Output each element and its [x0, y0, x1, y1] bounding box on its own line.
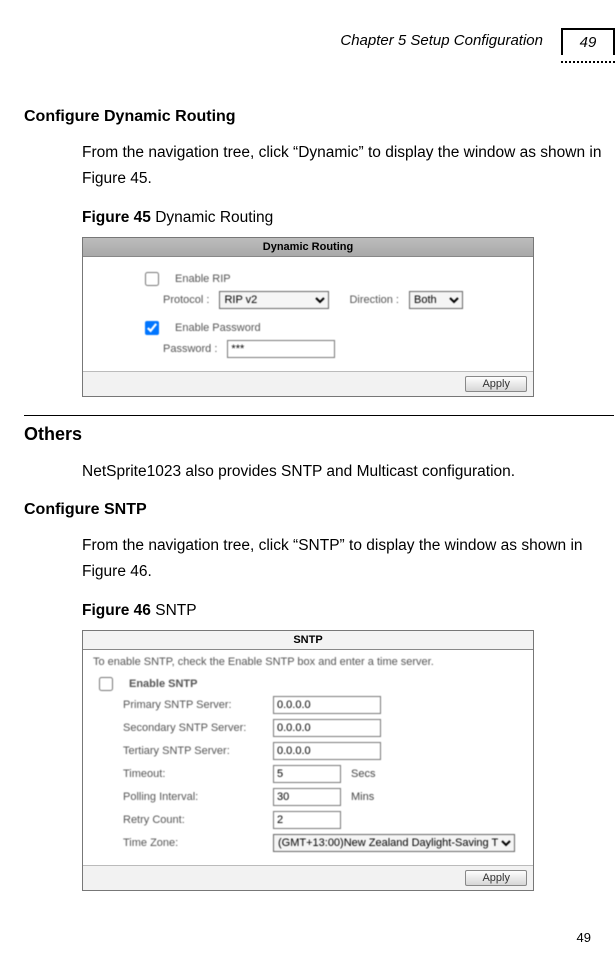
select-time-zone[interactable]: (GMT+13:00)New Zealand Daylight-Saving T…: [273, 834, 515, 852]
chapter-title: Chapter 5 Setup Configuration: [334, 28, 561, 55]
select-protocol[interactable]: RIP v2: [219, 291, 329, 309]
label-direction: Direction :: [349, 294, 399, 306]
input-secondary-server[interactable]: [273, 719, 381, 737]
panel-title-sntp: SNTP: [83, 631, 533, 650]
panel-title-dynamic-routing: Dynamic Routing: [83, 238, 533, 257]
checkbox-enable-password[interactable]: [145, 321, 159, 335]
label-timeout: Timeout:: [123, 768, 263, 780]
checkbox-enable-rip[interactable]: [145, 272, 159, 286]
para-sntp-intro: From the navigation tree, click “SNTP” t…: [24, 533, 614, 586]
label-enable-rip: Enable RIP: [175, 273, 231, 285]
select-direction[interactable]: Both: [409, 291, 463, 309]
label-password: Password :: [163, 343, 217, 355]
unit-secs: Secs: [351, 768, 375, 780]
para-others-intro: NetSprite1023 also provides SNTP and Mul…: [24, 459, 614, 485]
figure-46-number: Figure 46: [82, 602, 151, 619]
input-password[interactable]: [227, 340, 335, 358]
figure-46-screenshot: SNTP To enable SNTP, check the Enable SN…: [82, 630, 534, 891]
label-enable-password: Enable Password: [175, 322, 261, 334]
input-retry-count[interactable]: [273, 811, 341, 829]
label-retry-count: Retry Count:: [123, 814, 263, 826]
checkbox-enable-sntp[interactable]: [99, 677, 113, 691]
label-time-zone: Time Zone:: [123, 837, 263, 849]
para-dynamic-routing-intro: From the navigation tree, click “Dynamic…: [24, 140, 614, 193]
label-polling-interval: Polling Interval:: [123, 791, 263, 803]
label-tertiary-server: Tertiary SNTP Server:: [123, 745, 263, 757]
input-tertiary-server[interactable]: [273, 742, 381, 760]
apply-button-fig46[interactable]: Apply: [465, 870, 527, 886]
figure-46-title: SNTP: [151, 602, 197, 619]
page-number-bottom: 49: [577, 930, 591, 945]
input-primary-server[interactable]: [273, 696, 381, 714]
label-primary-server: Primary SNTP Server:: [123, 699, 263, 711]
apply-button-fig45[interactable]: Apply: [465, 376, 527, 392]
figure-45-screenshot: Dynamic Routing Enable RIP Protocol : RI…: [82, 237, 534, 397]
figure-45-number: Figure 45: [82, 209, 151, 226]
heading-configure-sntp: Configure SNTP: [24, 501, 614, 519]
hint-sntp: To enable SNTP, check the Enable SNTP bo…: [83, 650, 533, 668]
label-enable-sntp: Enable SNTP: [129, 678, 197, 690]
figure-46-caption: Figure 46 SNTP: [24, 602, 614, 620]
figure-45-title: Dynamic Routing: [151, 209, 273, 226]
heading-configure-dynamic-routing: Configure Dynamic Routing: [24, 108, 614, 126]
page-number-top: 49: [561, 28, 615, 55]
section-rule: [24, 415, 614, 416]
input-polling-interval[interactable]: [273, 788, 341, 806]
heading-others: Others: [24, 424, 614, 445]
page-header: Chapter 5 Setup Configuration 49: [0, 28, 615, 68]
figure-45-caption: Figure 45 Dynamic Routing: [24, 209, 614, 227]
unit-mins: Mins: [351, 791, 374, 803]
label-secondary-server: Secondary SNTP Server:: [123, 722, 263, 734]
input-timeout[interactable]: [273, 765, 341, 783]
label-protocol: Protocol :: [163, 294, 209, 306]
